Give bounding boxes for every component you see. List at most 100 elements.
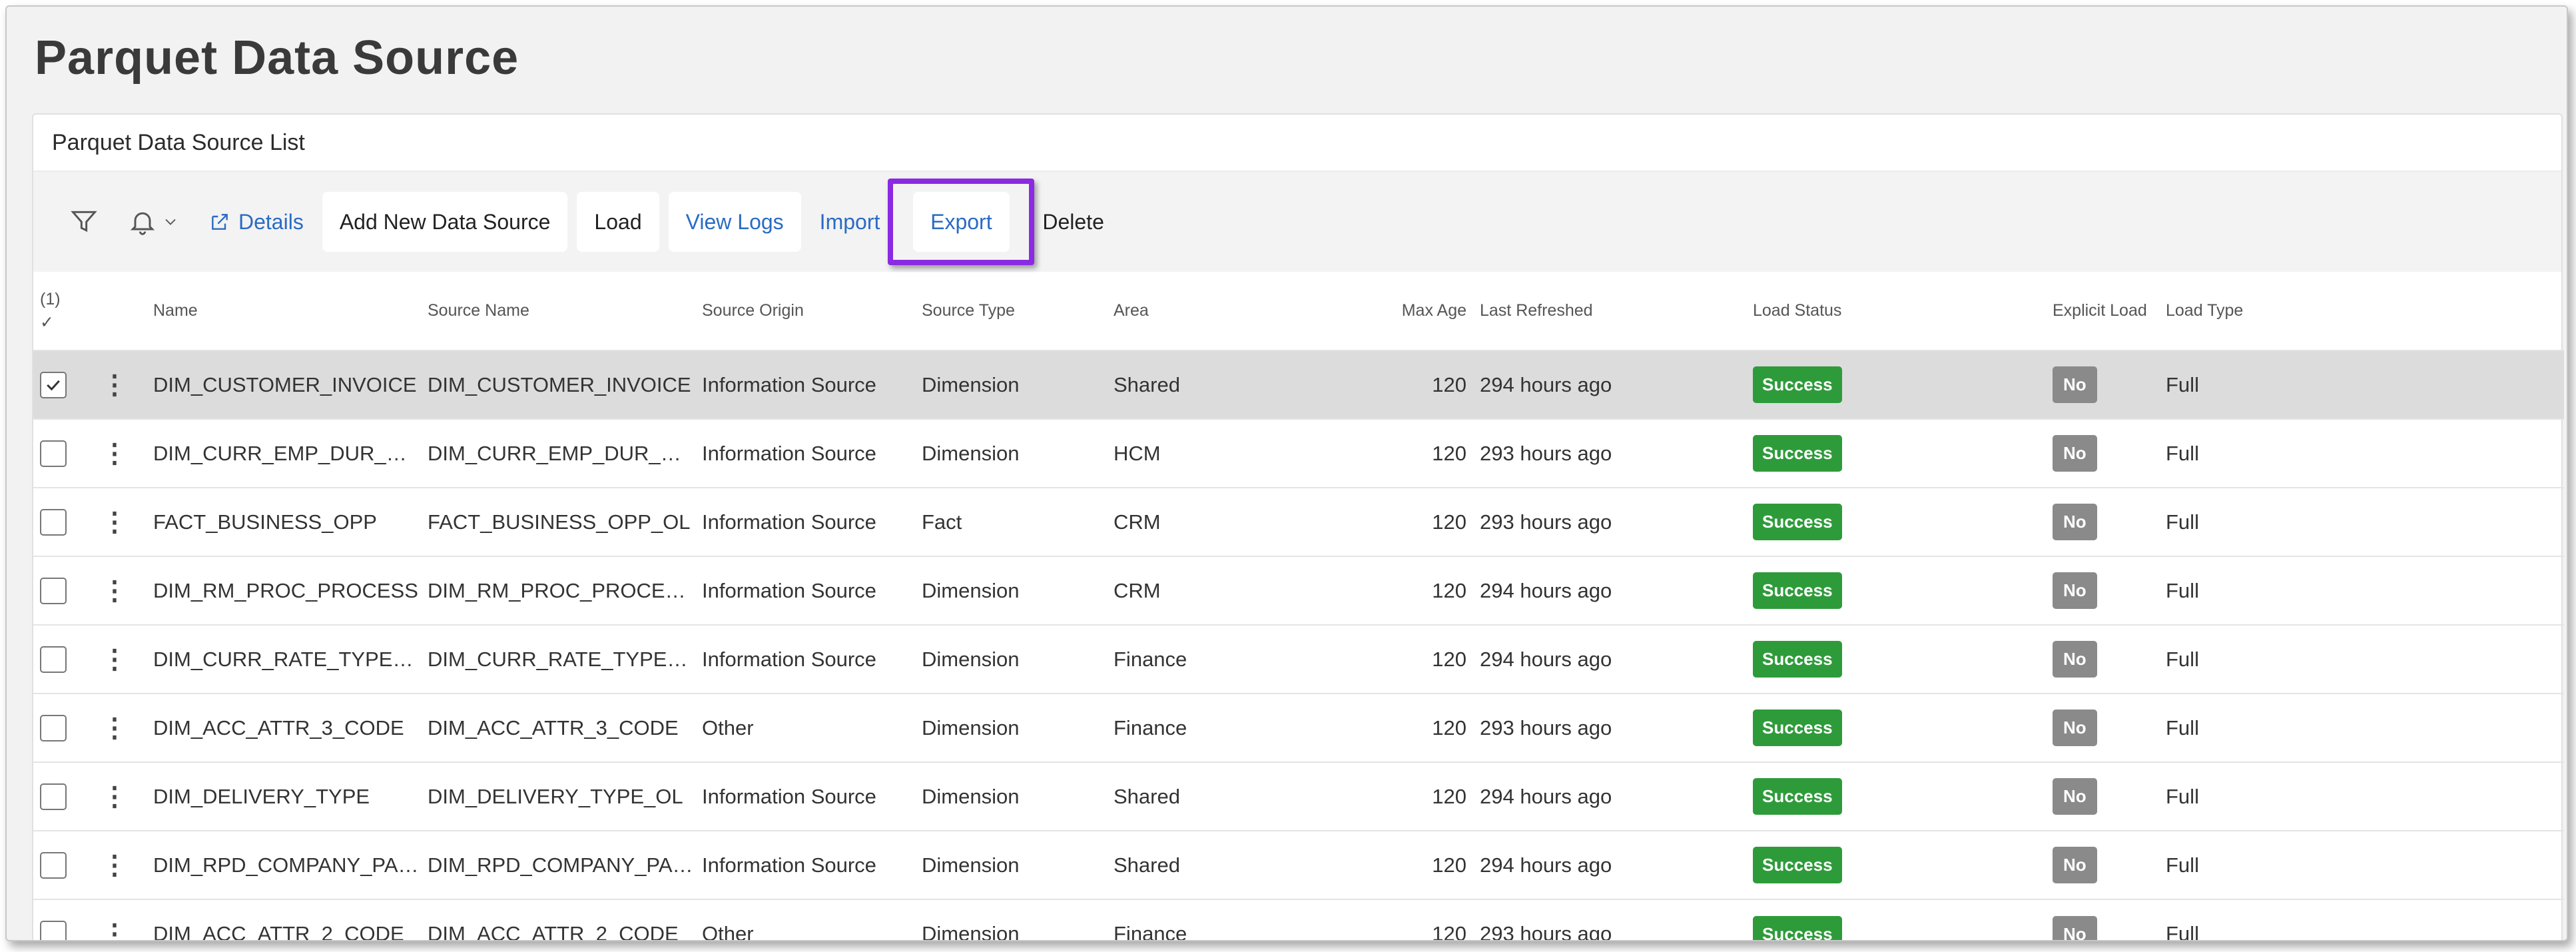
status-badge: Success bbox=[1753, 847, 1842, 883]
status-badge: Success bbox=[1753, 710, 1842, 746]
table-row[interactable]: ⋮ DIM_ACC_ATTR_3_CODE DIM_ACC_ATTR_3_CODE O… bbox=[33, 693, 2564, 762]
chevron-down-icon bbox=[165, 219, 176, 225]
col-last-refreshed[interactable]: Last Refreshed bbox=[1473, 272, 1746, 350]
explicit-load-badge: No bbox=[2053, 778, 2097, 815]
row-actions-icon[interactable]: ⋮ bbox=[101, 370, 128, 400]
explicit-load-badge: No bbox=[2053, 572, 2097, 609]
cell-max-age: 120 bbox=[1333, 761, 1473, 831]
cell-source-name: DIM_ACC_ATTR_2_CODE bbox=[421, 899, 695, 940]
row-checkbox[interactable] bbox=[40, 371, 67, 398]
row-actions-icon[interactable]: ⋮ bbox=[101, 782, 128, 811]
cell-load-type: Full bbox=[2159, 624, 2564, 694]
row-actions-icon[interactable]: ⋮ bbox=[101, 645, 128, 674]
cell-source-origin: Other bbox=[695, 693, 915, 762]
cell-load-type: Full bbox=[2159, 350, 2564, 419]
cell-max-age: 120 bbox=[1333, 624, 1473, 694]
table-header: (1) ✓ Name Source Name Source Origin Sou… bbox=[33, 272, 2564, 350]
cell-source-name: DIM_ACC_ATTR_3_CODE bbox=[421, 693, 695, 762]
col-name[interactable]: Name bbox=[147, 272, 421, 350]
select-all-header[interactable]: (1) ✓ bbox=[33, 272, 95, 350]
row-actions-icon[interactable]: ⋮ bbox=[101, 576, 128, 606]
row-checkbox[interactable] bbox=[40, 646, 67, 673]
col-source-type[interactable]: Source Type bbox=[915, 272, 1107, 350]
cell-load-type: Full bbox=[2159, 899, 2564, 940]
cell-source-type: Dimension bbox=[915, 761, 1107, 831]
open-external-icon bbox=[212, 214, 228, 230]
explicit-load-badge: No bbox=[2053, 915, 2097, 940]
explicit-load-badge: No bbox=[2053, 641, 2097, 678]
table-row[interactable]: ⋮ DIM_ACC_ATTR_2_CODE DIM_ACC_ATTR_2_CODE O… bbox=[33, 899, 2564, 940]
row-actions-icon[interactable]: ⋮ bbox=[101, 439, 128, 468]
cell-last-refreshed: 293 hours ago bbox=[1473, 418, 1746, 488]
data-source-table: (1) ✓ Name Source Name Source Origin Sou… bbox=[33, 272, 2564, 940]
cell-name: DIM_DELIVERY_TYPE bbox=[147, 761, 421, 831]
row-checkbox[interactable] bbox=[40, 714, 67, 741]
row-actions-icon[interactable]: ⋮ bbox=[101, 919, 128, 940]
details-label: Details bbox=[238, 209, 304, 234]
row-checkbox[interactable] bbox=[40, 851, 67, 879]
status-badge: Success bbox=[1753, 778, 1842, 815]
cell-name: DIM_ACC_ATTR_2_CODE bbox=[147, 899, 421, 940]
cell-last-refreshed: 293 hours ago bbox=[1473, 487, 1746, 556]
col-area[interactable]: Area bbox=[1107, 272, 1333, 350]
cell-source-origin: Information Source bbox=[695, 830, 915, 899]
cell-source-type: Dimension bbox=[915, 350, 1107, 419]
explicit-load-badge: No bbox=[2053, 435, 2097, 472]
cell-max-age: 120 bbox=[1333, 693, 1473, 762]
table-row[interactable]: ⋮ DIM_DELIVERY_TYPE DIM_DELIVERY_TYPE_OL In… bbox=[33, 761, 2564, 831]
table-row[interactable]: ⋮ DIM_CURR_RATE_TYPE_OL DIM_CURR_RATE_TYPE… bbox=[33, 624, 2564, 694]
col-max-age[interactable]: Max Age bbox=[1333, 272, 1473, 350]
row-actions-icon[interactable]: ⋮ bbox=[101, 851, 128, 880]
row-actions-icon[interactable]: ⋮ bbox=[101, 508, 128, 537]
delete-button[interactable]: Delete bbox=[1033, 192, 1114, 252]
table-row[interactable]: ⋮ DIM_RPD_COMPANY_PARENTDIM_RPD_COMPANY_P… bbox=[33, 830, 2564, 899]
cell-max-age: 120 bbox=[1333, 556, 1473, 625]
notifications-menu[interactable] bbox=[117, 198, 190, 246]
col-source-origin[interactable]: Source Origin bbox=[695, 272, 915, 350]
cell-source-type: Dimension bbox=[915, 899, 1107, 940]
explicit-load-badge: No bbox=[2053, 847, 2097, 883]
cell-last-refreshed: 293 hours ago bbox=[1473, 693, 1746, 762]
export-highlight: Export bbox=[888, 179, 1035, 265]
add-new-data-source-button[interactable]: Add New Data Source bbox=[322, 192, 568, 252]
table-row[interactable]: ⋮ DIM_CUSTOMER_INVOICE DIM_CUSTOMER_INVOIC… bbox=[33, 350, 2564, 419]
cell-name: DIM_CURR_RATE_TYPE_OL bbox=[147, 624, 421, 694]
cell-load-type: Full bbox=[2159, 556, 2564, 625]
status-badge: Success bbox=[1753, 366, 1842, 403]
col-load-status[interactable]: Load Status bbox=[1746, 272, 2046, 350]
view-logs-button[interactable]: View Logs bbox=[668, 192, 801, 252]
cell-area: Finance bbox=[1107, 693, 1333, 762]
col-explicit-load[interactable]: Explicit Load bbox=[2046, 272, 2159, 350]
toolbar: Details Add New Data Source Load View Lo… bbox=[33, 172, 2561, 272]
cell-source-origin: Information Source bbox=[695, 487, 915, 556]
cell-source-type: Dimension bbox=[915, 418, 1107, 488]
import-button[interactable]: Import bbox=[810, 192, 890, 252]
filter-icon[interactable] bbox=[60, 198, 108, 246]
col-load-type[interactable]: Load Type bbox=[2159, 272, 2564, 350]
cell-source-origin: Other bbox=[695, 899, 915, 940]
cell-source-origin: Information Source bbox=[695, 556, 915, 625]
row-checkbox[interactable] bbox=[40, 783, 67, 810]
row-actions-icon[interactable]: ⋮ bbox=[101, 714, 128, 743]
row-checkbox[interactable] bbox=[40, 921, 67, 940]
export-button[interactable]: Export bbox=[913, 192, 1010, 252]
explicit-load-badge: No bbox=[2053, 710, 2097, 746]
row-checkbox[interactable] bbox=[40, 577, 67, 604]
cell-source-origin: Information Source bbox=[695, 350, 915, 419]
load-button[interactable]: Load bbox=[577, 192, 659, 252]
col-source-name[interactable]: Source Name bbox=[421, 272, 695, 350]
cell-last-refreshed: 294 hours ago bbox=[1473, 350, 1746, 419]
table-row[interactable]: ⋮ DIM_RM_PROC_PROCESSDIM_RM_PROC_PROCESS_… bbox=[33, 556, 2564, 625]
table-row[interactable]: ⋮ DIM_CURR_EMP_DUR_GROUPDIM_CURR_EMP_DUR_… bbox=[33, 418, 2564, 488]
table-row[interactable]: ⋮ FACT_BUSINESS_OPP FACT_BUSINESS_OPP_OL In… bbox=[33, 487, 2564, 556]
cell-max-age: 120 bbox=[1333, 418, 1473, 488]
row-checkbox[interactable] bbox=[40, 508, 67, 536]
status-badge: Success bbox=[1753, 504, 1842, 540]
cell-name: DIM_CUSTOMER_INVOICE bbox=[147, 350, 421, 419]
cell-source-origin: Information Source bbox=[695, 418, 915, 488]
cell-source-origin: Information Source bbox=[695, 624, 915, 694]
details-button[interactable]: Details bbox=[200, 192, 313, 252]
row-checkbox[interactable] bbox=[40, 440, 67, 467]
cell-load-type: Full bbox=[2159, 487, 2564, 556]
bell-icon bbox=[130, 212, 155, 235]
